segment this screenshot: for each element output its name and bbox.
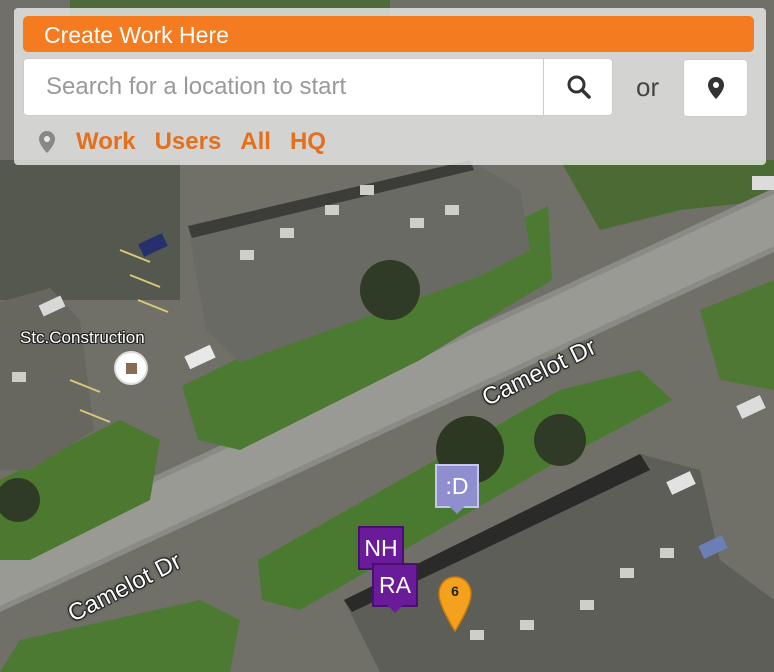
- filter-all[interactable]: All: [240, 128, 271, 156]
- poi-marker[interactable]: [114, 351, 148, 385]
- create-work-button[interactable]: Create Work Here: [23, 16, 754, 52]
- work-cluster-count: 6: [451, 583, 459, 599]
- map-pin-icon: 6: [438, 576, 472, 633]
- poi-square-icon: [125, 362, 137, 374]
- search-panel: Create Work Here or Work Users All HQ: [14, 8, 766, 165]
- filter-work[interactable]: Work: [76, 128, 136, 156]
- search-input[interactable]: [24, 59, 544, 115]
- or-label: or: [636, 72, 660, 102]
- filter-hq[interactable]: HQ: [290, 128, 326, 156]
- user-marker[interactable]: :D: [435, 464, 479, 514]
- search-button[interactable]: [543, 59, 613, 115]
- location-pin-icon: [707, 77, 724, 99]
- filter-users[interactable]: Users: [155, 128, 222, 156]
- search-icon: [567, 75, 591, 99]
- search-box: [23, 58, 613, 116]
- map-marker-icon: [39, 131, 55, 153]
- current-location-button[interactable]: [683, 59, 748, 117]
- poi-label: Stc.Construction: [20, 328, 145, 347]
- work-cluster-pin[interactable]: 6: [437, 575, 473, 638]
- filter-row: Work Users All HQ: [38, 127, 345, 157]
- user-marker[interactable]: RA: [372, 563, 418, 613]
